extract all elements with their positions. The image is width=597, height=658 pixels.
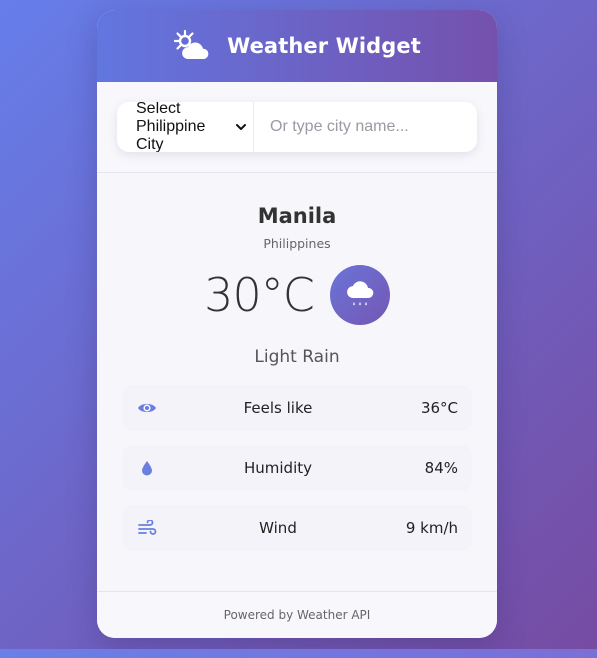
detail-value: 36°C bbox=[420, 399, 458, 417]
detail-value: 84% bbox=[424, 459, 458, 477]
temperature-value: 30°C bbox=[204, 268, 315, 322]
country-name: Philippines bbox=[263, 236, 331, 251]
chevron-down-icon bbox=[235, 122, 247, 132]
city-select[interactable]: Select Philippine City bbox=[117, 102, 254, 152]
cloud-rain-icon bbox=[329, 265, 390, 325]
detail-row-humidity: Humidity 84% bbox=[122, 445, 472, 491]
detail-label: Humidity bbox=[243, 459, 312, 477]
widget-title: Weather Widget bbox=[227, 34, 421, 58]
detail-row-feels-like: Feels like 36°C bbox=[122, 385, 472, 431]
detail-row-wind: Wind 9 km/h bbox=[122, 505, 472, 551]
weather-main: Manila Philippines 30°C Light Rain Feels… bbox=[97, 173, 497, 551]
wind-icon bbox=[136, 517, 158, 539]
temperature-row: 30°C bbox=[122, 265, 472, 325]
search-section: Select Philippine City bbox=[97, 82, 497, 173]
detail-value: 9 km/h bbox=[405, 519, 458, 537]
search-box: Select Philippine City bbox=[117, 102, 477, 152]
weather-widget: Weather Widget Select Philippine City Ma… bbox=[97, 10, 497, 638]
eye-icon bbox=[136, 397, 158, 419]
city-name: Manila bbox=[257, 204, 337, 228]
bottom-strip bbox=[0, 649, 597, 658]
city-search-input[interactable] bbox=[254, 102, 477, 152]
widget-footer: Powered by Weather API bbox=[97, 591, 497, 638]
city-select-value: Select Philippine City bbox=[136, 102, 206, 152]
droplet-icon bbox=[136, 457, 158, 479]
sun-cloud-icon bbox=[173, 29, 213, 63]
detail-label: Feels like bbox=[243, 399, 313, 417]
widget-header: Weather Widget bbox=[97, 10, 497, 82]
weather-details: Feels like 36°C Humidity 84% Wind 9 km/h bbox=[122, 385, 472, 551]
weather-condition: Light Rain bbox=[254, 347, 340, 367]
detail-label: Wind bbox=[259, 519, 297, 537]
